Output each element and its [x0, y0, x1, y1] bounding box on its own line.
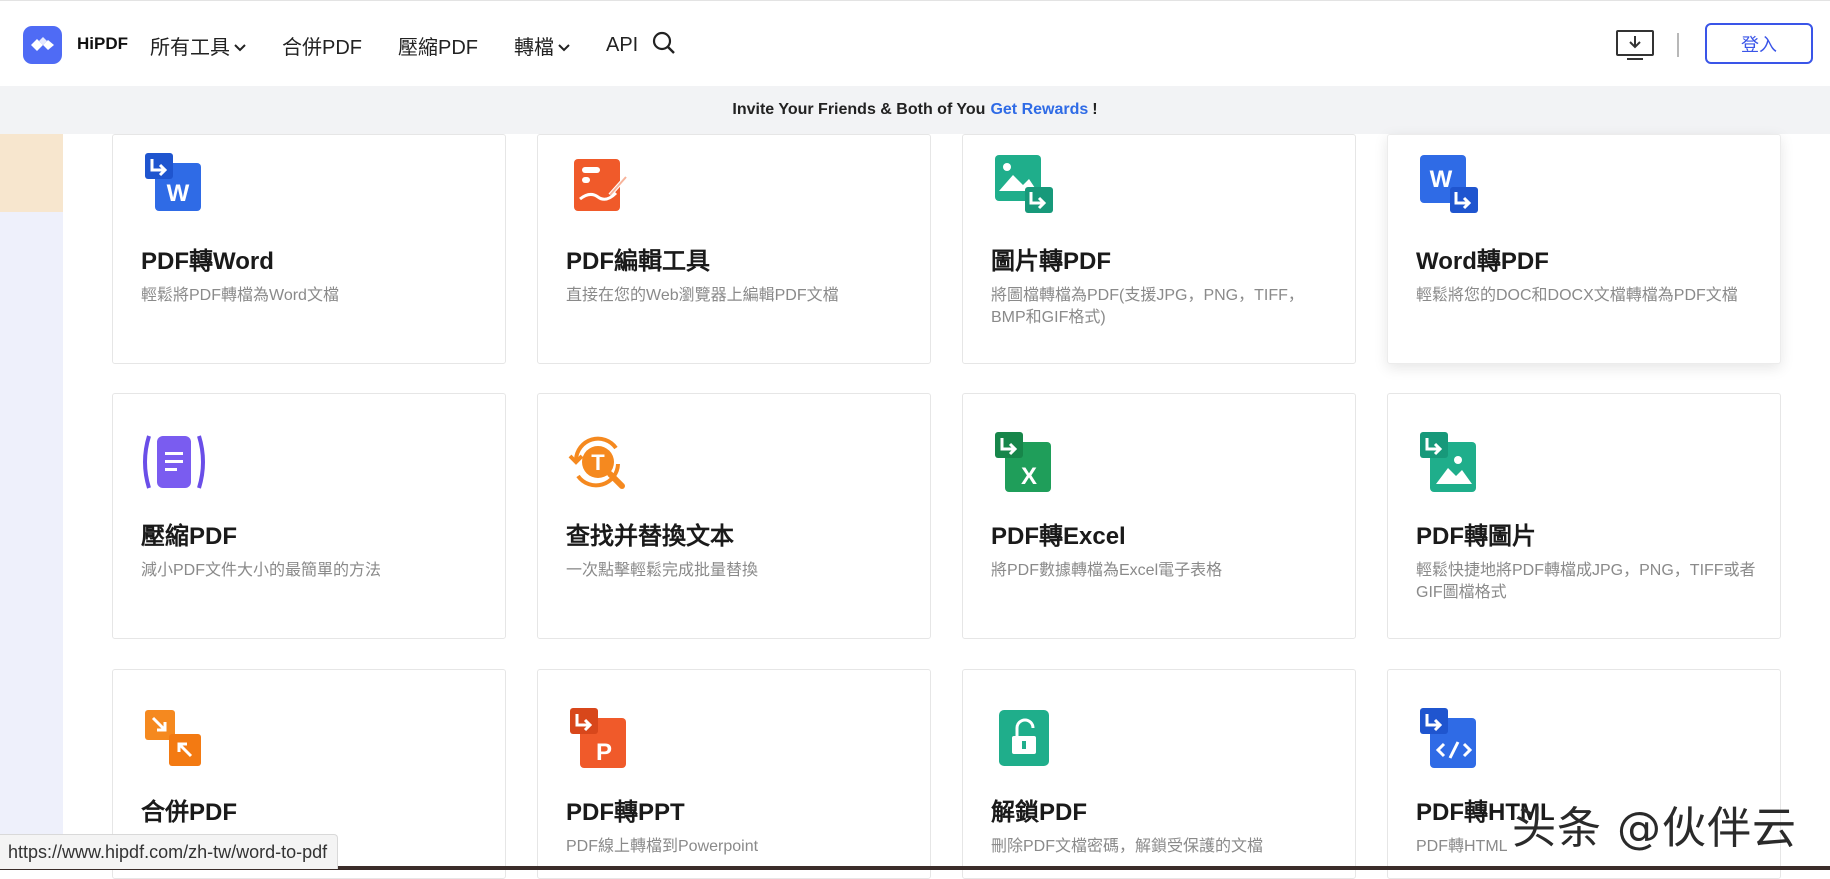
- chevron-down-icon: [234, 43, 246, 51]
- pdf-to-ppt-icon: P: [570, 708, 626, 768]
- top-navbar: HiPDF 所有工具 合併PDF 壓縮PDF 轉檔 API 登入: [0, 0, 1830, 87]
- find-replace-icon: T: [568, 436, 625, 489]
- tool-card-pdf-to-image[interactable]: PDF轉圖片 輕鬆快捷地將PDF轉檔成JPG，PNG，TIFF或者GIF圖檔格式: [1387, 393, 1781, 639]
- get-rewards-link[interactable]: Get Rewards: [990, 101, 1088, 119]
- download-icon[interactable]: [1616, 29, 1654, 60]
- left-side-strip-accent: [0, 134, 63, 212]
- search-icon[interactable]: [652, 31, 676, 60]
- main-nav: 所有工具 合併PDF 壓縮PDF 轉檔 API: [150, 31, 674, 60]
- svg-text:W: W: [1430, 166, 1453, 193]
- tool-title: 合併PDF: [141, 799, 237, 826]
- word-to-pdf-icon: W: [1420, 155, 1478, 213]
- tool-card-pdf-to-ppt[interactable]: P PDF轉PPT PDF線上轉檔到Powerpoint: [537, 669, 931, 879]
- svg-text:T: T: [591, 450, 605, 475]
- svg-text:W: W: [167, 180, 190, 207]
- merge-pdf-icon: [145, 710, 201, 766]
- tool-card-word-to-pdf[interactable]: W Word轉PDF 輕鬆將您的DOC和DOCX文檔轉檔為PDF文檔: [1387, 134, 1781, 364]
- pdf-to-excel-icon: X: [995, 432, 1051, 492]
- header-divider: [1677, 33, 1679, 57]
- unlock-pdf-icon: [999, 710, 1049, 766]
- tool-title: PDF編輯工具: [566, 248, 710, 275]
- tool-description: 刪除PDF文檔密碼，解鎖受保護的文檔: [991, 838, 1264, 855]
- promo-text: Invite Your Friends & Both of You: [732, 101, 986, 118]
- login-button[interactable]: 登入: [1705, 23, 1813, 64]
- tool-title: 壓縮PDF: [141, 523, 237, 550]
- nav-label: API: [606, 34, 639, 56]
- nav-label: 壓縮PDF: [398, 37, 478, 59]
- tool-title: PDF轉PPT: [566, 799, 685, 826]
- tool-description: 一次點擊輕鬆完成批量替換: [566, 562, 759, 579]
- pdf-to-html-icon: [1420, 708, 1476, 768]
- pdf-edit-icon: [574, 159, 628, 211]
- tool-title: Word轉PDF: [1416, 248, 1549, 275]
- nav-api[interactable]: API: [606, 34, 638, 57]
- left-side-strip: [0, 134, 63, 870]
- svg-text:X: X: [1021, 463, 1037, 490]
- watermark-text: 头条 @伙伴云: [1512, 803, 1797, 854]
- nav-label: 合併PDF: [282, 37, 362, 59]
- compress-pdf-icon: [143, 435, 205, 489]
- tool-card-compress-pdf[interactable]: 壓縮PDF 減小PDF文件大小的最簡單的方法: [112, 393, 506, 639]
- nav-label: 所有工具: [150, 37, 230, 59]
- tool-description: 減小PDF文件大小的最簡單的方法: [141, 562, 382, 579]
- hipdf-logo-icon[interactable]: [23, 26, 62, 64]
- tool-description: 輕鬆將PDF轉檔為Word文檔: [141, 287, 339, 304]
- tool-description: 將圖檔轉檔為PDF(支援JPG，PNG，TIFF，BMP和GIF格式): [991, 287, 1304, 326]
- tool-title: PDF轉Word: [141, 248, 274, 275]
- tool-description: 輕鬆快捷地將PDF轉檔成JPG，PNG，TIFF或者GIF圖檔格式: [1416, 562, 1756, 601]
- promo-banner: Invite Your Friends & Both of You Get Re…: [0, 86, 1830, 134]
- status-bar-url: https://www.hipdf.com/zh-tw/word-to-pdf: [0, 834, 339, 869]
- nav-label: 轉檔: [514, 37, 554, 59]
- brand-name[interactable]: HiPDF: [77, 34, 128, 54]
- nav-merge-pdf[interactable]: 合併PDF: [282, 31, 362, 60]
- tool-description: 將PDF數據轉檔為Excel電子表格: [991, 562, 1223, 579]
- image-to-pdf-icon: [995, 155, 1053, 213]
- pdf-to-word-icon: W: [145, 153, 201, 211]
- tool-card-pdf-to-word[interactable]: W PDF轉Word 輕鬆將PDF轉檔為Word文檔: [112, 134, 506, 364]
- nav-convert[interactable]: 轉檔: [514, 31, 570, 60]
- tool-title: 解鎖PDF: [991, 799, 1087, 826]
- svg-text:P: P: [596, 739, 612, 766]
- chevron-down-icon: [558, 43, 570, 51]
- tool-card-unlock-pdf[interactable]: 解鎖PDF 刪除PDF文檔密碼，解鎖受保護的文檔: [962, 669, 1356, 879]
- tool-description: 輕鬆將您的DOC和DOCX文檔轉檔為PDF文檔: [1416, 287, 1738, 304]
- pdf-to-image-icon: [1420, 432, 1476, 492]
- tool-card-pdf-to-excel[interactable]: X PDF轉Excel 將PDF數據轉檔為Excel電子表格: [962, 393, 1356, 639]
- tool-title: 圖片轉PDF: [991, 248, 1111, 275]
- promo-text-end: !: [1092, 101, 1098, 118]
- tool-title: PDF轉圖片: [1416, 523, 1536, 550]
- tool-title: PDF轉Excel: [991, 523, 1126, 550]
- tool-title: 查找并替換文本: [566, 523, 734, 550]
- tool-description: PDF線上轉檔到Powerpoint: [566, 838, 759, 855]
- nav-all-tools[interactable]: 所有工具: [150, 31, 246, 60]
- tool-card-image-to-pdf[interactable]: 圖片轉PDF 將圖檔轉檔為PDF(支援JPG，PNG，TIFF，BMP和GIF格…: [962, 134, 1356, 364]
- tool-card-find-replace[interactable]: T 查找并替換文本 一次點擊輕鬆完成批量替換: [537, 393, 931, 639]
- nav-compress-pdf[interactable]: 壓縮PDF: [398, 31, 478, 60]
- tool-card-pdf-edit[interactable]: PDF編輯工具 直接在您的Web瀏覽器上編輯PDF文檔: [537, 134, 931, 364]
- tool-description: 直接在您的Web瀏覽器上編輯PDF文檔: [566, 287, 839, 304]
